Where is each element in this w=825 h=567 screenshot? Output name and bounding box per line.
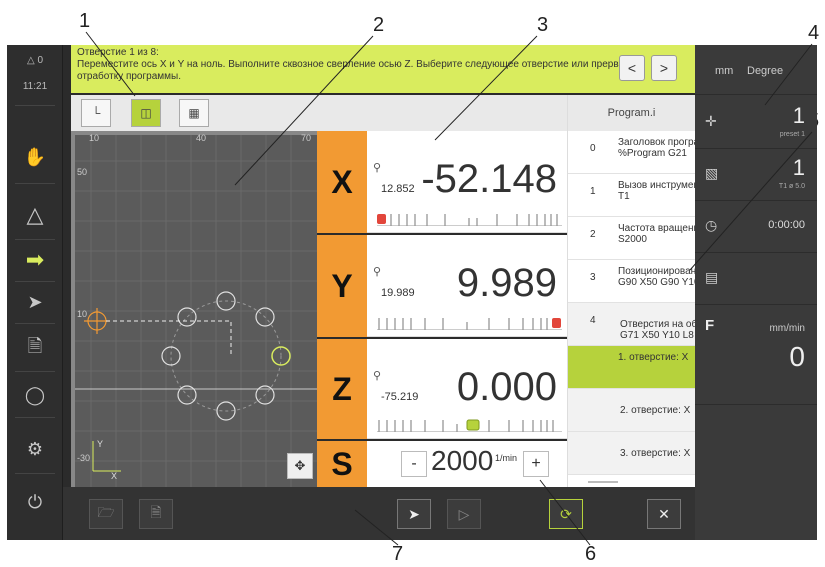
callout-leader-lines [85, 31, 813, 546]
